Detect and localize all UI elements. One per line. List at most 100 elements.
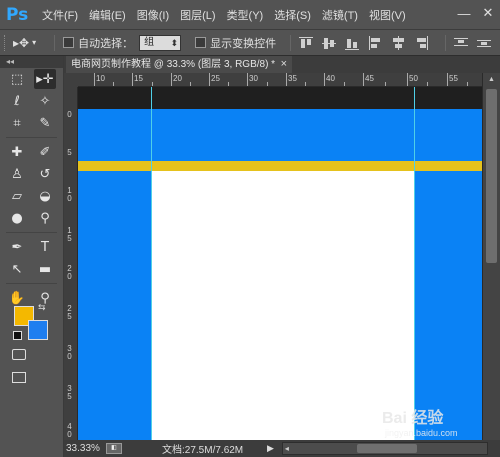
ruler-label: 25	[211, 74, 220, 83]
scroll-up-icon[interactable]: ▲	[483, 73, 500, 87]
canvas-area[interactable]	[78, 87, 482, 440]
separator	[6, 137, 57, 138]
auto-select-checkbox[interactable]	[63, 37, 75, 48]
menu-type[interactable]: 类型(Y)	[227, 7, 264, 23]
ruler-label: 20	[173, 74, 182, 83]
vertical-guide[interactable]	[414, 87, 415, 440]
auto-select-dropdown[interactable]: 组	[139, 34, 182, 51]
minimize-button[interactable]: —	[452, 0, 476, 26]
dodge-tool-icon[interactable]: ⚲	[34, 208, 56, 228]
swap-colors-icon[interactable]: ⇆	[38, 302, 46, 313]
menu-bar: Ps 文件(F) 编辑(E) 图像(I) 图层(L) 类型(Y) 选择(S) 滤…	[0, 0, 500, 30]
scroll-left-icon[interactable]: ◂	[285, 443, 289, 454]
ruler-label: 1 5	[67, 226, 72, 243]
separator	[6, 283, 57, 284]
menu-image[interactable]: 图像(I)	[137, 7, 169, 23]
menu-select[interactable]: 选择(S)	[274, 7, 311, 23]
eyedropper-icon[interactable]: ✎	[34, 113, 56, 133]
document-tab[interactable]: 电商网页制作教程 @ 33.3% (图层 3, RGB/8) * ×	[66, 56, 292, 73]
ruler-label: 1 0	[67, 186, 72, 203]
screen-mode-icon[interactable]	[12, 372, 26, 383]
status-bar: 33.33% ◧ 文档:27.5M/7.62M ▶ ◂	[64, 440, 500, 457]
options-bar: ▸✥ ▾ 自动选择： 组 显示变换控件	[0, 30, 500, 56]
type-tool-icon[interactable]: T	[34, 237, 56, 257]
ruler-label: 3 5	[67, 384, 72, 401]
brush-tool-icon[interactable]: ✐	[34, 142, 56, 162]
close-button[interactable]: ✕	[476, 0, 500, 26]
default-colors-icon[interactable]	[13, 331, 22, 340]
vertical-guide[interactable]	[151, 87, 152, 440]
history-brush-icon[interactable]: ↺	[34, 164, 56, 184]
quick-mask-icon[interactable]	[12, 349, 26, 360]
rectangle-tool-icon[interactable]: ▬	[34, 259, 56, 279]
vertical-scrollbar[interactable]: ▲	[482, 73, 500, 440]
separator	[290, 34, 292, 51]
menu-view[interactable]: 视图(V)	[369, 7, 406, 23]
ruler-label: 5	[67, 148, 72, 157]
yellow-band-layer[interactable]	[78, 161, 482, 171]
ruler-label: 15	[134, 74, 143, 83]
status-info-icon[interactable]: ◧	[106, 443, 122, 454]
vertical-scroll-thumb[interactable]	[486, 89, 497, 263]
pen-tool-icon[interactable]: ✒	[6, 237, 28, 257]
chevron-down-icon: ▾	[32, 38, 37, 47]
show-transform-checkbox[interactable]	[195, 37, 207, 48]
show-transform-label: 显示变换控件	[210, 37, 277, 50]
distribute-center-icon[interactable]	[476, 36, 491, 50]
ruler-label: 10	[96, 74, 105, 83]
hand-tool-icon[interactable]: ✋	[6, 288, 28, 308]
ruler-label: 45	[365, 74, 374, 83]
ruler-label: 2 5	[67, 304, 72, 321]
align-left-icon[interactable]	[368, 35, 382, 50]
path-selection-icon[interactable]: ↖	[6, 259, 28, 279]
white-content-layer[interactable]	[152, 171, 414, 440]
menu-edit[interactable]: 编辑(E)	[89, 7, 126, 23]
separator	[444, 34, 446, 51]
vertical-ruler[interactable]: 0 5 1 0 1 5 2 0 2 5 3 0 3 5 4 0	[64, 87, 78, 440]
auto-select-label: 自动选择：	[78, 37, 134, 50]
horizontal-ruler[interactable]: 10 15 20 25 30 35 40 45 50 55	[78, 73, 482, 87]
menu-file[interactable]: 文件(F)	[42, 7, 78, 23]
align-horizontal-center-icon[interactable]	[391, 35, 405, 50]
paint-bucket-icon[interactable]: ◒	[34, 186, 56, 206]
options-bar-grip[interactable]	[4, 34, 7, 51]
horizontal-scroll-thumb[interactable]	[356, 444, 417, 453]
crop-tool-icon[interactable]: ⌗	[6, 113, 28, 133]
magic-wand-icon[interactable]: ✧	[34, 91, 56, 111]
menu-layer[interactable]: 图层(L)	[180, 7, 215, 23]
ruler-label: 0	[67, 110, 72, 119]
ruler-label: 40	[326, 74, 335, 83]
move-tool-preset-picker[interactable]: ▸✥ ▾	[13, 36, 36, 50]
zoom-level[interactable]: 33.33%	[66, 443, 106, 454]
separator	[54, 34, 56, 51]
healing-brush-icon[interactable]: ✚	[6, 142, 28, 162]
menu-filter[interactable]: 滤镜(T)	[322, 7, 358, 23]
horizontal-scrollbar[interactable]: ◂	[281, 442, 488, 455]
blur-tool-icon[interactable]: ●	[6, 208, 28, 228]
ruler-label: 30	[249, 74, 258, 83]
ruler-label: 55	[449, 74, 458, 83]
move-tool-icon[interactable]: ▸✛	[34, 69, 56, 89]
marquee-tool-icon[interactable]: ⬚	[6, 69, 28, 89]
background-color-swatch[interactable]	[28, 320, 48, 340]
close-icon[interactable]: ×	[281, 56, 287, 73]
baidu-watermark: Bai 经验 jingyan.baidu.com	[382, 402, 497, 442]
align-top-icon[interactable]	[299, 36, 314, 50]
ruler-label: 3 0	[67, 344, 72, 361]
watermark-url: jingyan.baidu.com	[385, 428, 458, 438]
ruler-label: 35	[288, 74, 297, 83]
ruler-origin[interactable]	[64, 73, 78, 87]
lasso-tool-icon[interactable]: ℓ	[6, 91, 28, 111]
document-size: 文档:27.5M/7.62M	[162, 445, 244, 456]
status-menu-arrow-icon[interactable]: ▶	[267, 443, 274, 454]
toolbox-collapse-handle[interactable]: ◂◂	[0, 56, 63, 68]
eraser-icon[interactable]: ▱	[6, 186, 28, 206]
ruler-label: 4 0	[67, 422, 72, 439]
align-vertical-center-icon[interactable]	[322, 36, 337, 50]
align-right-icon[interactable]	[414, 35, 428, 50]
distribute-top-icon[interactable]	[453, 36, 468, 50]
photoshop-logo: Ps	[6, 4, 29, 25]
ruler-label: 2 0	[67, 264, 72, 281]
clone-stamp-icon[interactable]: ♙	[6, 164, 28, 184]
align-bottom-icon[interactable]	[345, 36, 360, 50]
